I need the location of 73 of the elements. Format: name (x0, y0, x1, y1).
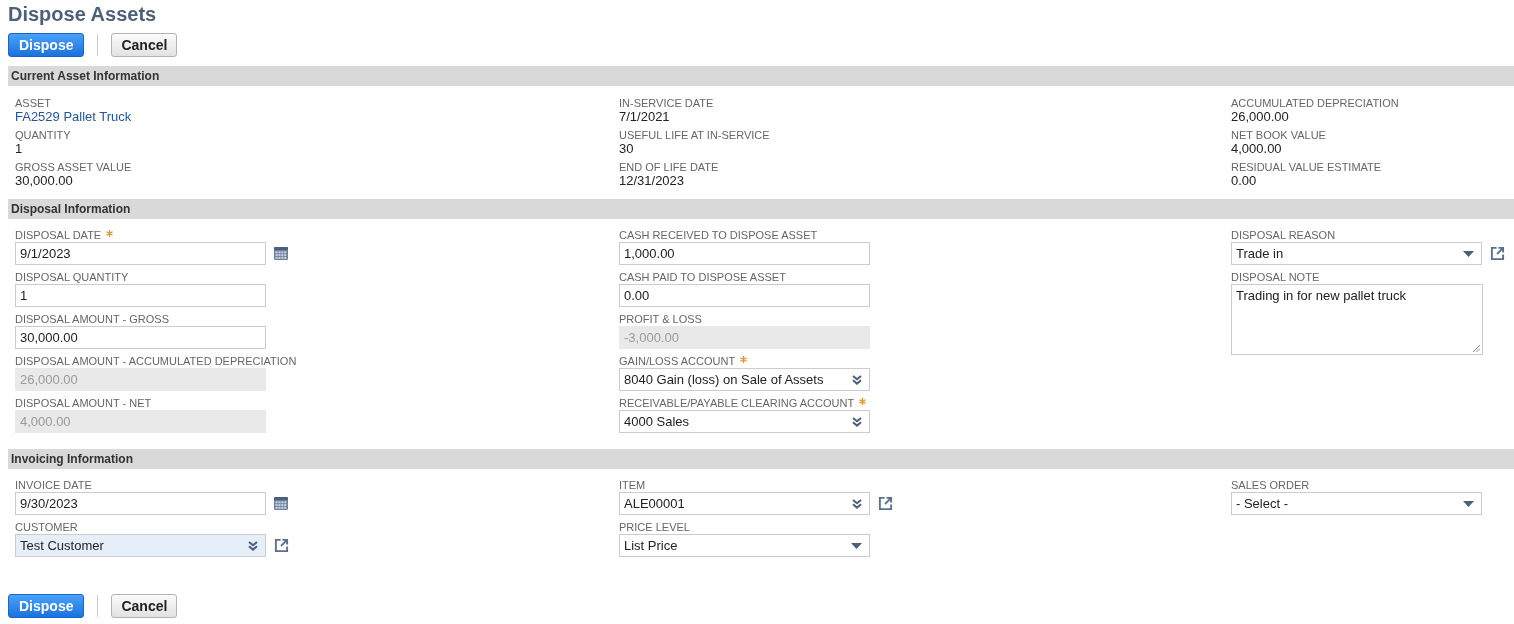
open-link-icon[interactable] (1490, 246, 1505, 261)
info-value: 1 (15, 141, 23, 156)
field-label: ITEM (619, 479, 646, 492)
info-value: 26,000.00 (1231, 109, 1289, 124)
double-chevron-icon[interactable] (248, 540, 258, 551)
info-label: GROSS ASSET VALUE (15, 161, 132, 173)
input-field[interactable]: 0.00 (619, 284, 870, 307)
info-value: 30 (619, 141, 634, 156)
field-label: DISPOSAL AMOUNT - ACCUMULATED DEPRECIATION (15, 355, 297, 368)
field-label: DISPOSAL AMOUNT - NET (15, 397, 152, 410)
field-label: CUSTOMER (15, 521, 78, 534)
field-label: INVOICE DATE (15, 479, 92, 492)
section-header: Current Asset Information (8, 66, 1514, 86)
readonly-field: -3,000.00 (619, 326, 870, 349)
field-label: DISPOSAL DATE (15, 229, 102, 242)
lookup-field[interactable]: 8040 Gain (loss) on Sale of Assets (619, 368, 870, 391)
info-label: ASSET (15, 97, 52, 109)
open-link-icon[interactable] (878, 496, 893, 511)
field-label: CASH RECEIVED TO DISPOSE ASSET (619, 229, 818, 242)
caret-icon[interactable] (1463, 500, 1474, 507)
date-field[interactable]: 9/1/2023 (15, 242, 266, 265)
double-chevron-icon[interactable] (852, 374, 862, 385)
input-field[interactable]: 30,000.00 (15, 326, 266, 349)
input-field[interactable]: 1,000.00 (619, 242, 870, 265)
dropdown-field[interactable]: - Select - (1231, 492, 1482, 515)
readonly-field: 4,000.00 (15, 410, 266, 433)
info-label: RESIDUAL VALUE ESTIMATE (1231, 161, 1382, 173)
dispose-button[interactable]: Dispose (8, 594, 85, 618)
field-label: RECEIVABLE/PAYABLE CLEARING ACCOUNT (619, 397, 855, 410)
field-label: PROFIT & LOSS (619, 313, 702, 326)
info-value: 4,000.00 (1231, 141, 1282, 156)
section-header: Disposal Information (8, 199, 1514, 219)
caret-icon[interactable] (1463, 250, 1474, 257)
info-label: QUANTITY (15, 129, 71, 141)
open-link-icon[interactable] (274, 538, 289, 553)
textarea-field[interactable]: Trading in for new pallet truck (1231, 284, 1483, 355)
dropdown-field[interactable]: List Price (619, 534, 870, 557)
page-title: Dispose Assets (8, 2, 157, 26)
dispose-button[interactable]: Dispose (8, 33, 85, 57)
cancel-button[interactable]: Cancel (111, 33, 178, 57)
double-chevron-icon[interactable] (852, 498, 862, 509)
lookup-field[interactable]: Test Customer (15, 534, 266, 557)
caret-icon[interactable] (851, 542, 862, 549)
info-value: 30,000.00 (15, 173, 73, 188)
info-label: END OF LIFE DATE (619, 161, 719, 173)
calendar-icon[interactable] (274, 247, 288, 260)
input-field[interactable]: 1 (15, 284, 266, 307)
section-header: Invoicing Information (8, 449, 1514, 469)
info-value: 12/31/2023 (619, 173, 685, 188)
calendar-icon[interactable] (274, 497, 288, 510)
field-label: SALES ORDER (1231, 479, 1310, 492)
field-label: DISPOSAL REASON (1231, 229, 1336, 242)
info-label: NET BOOK VALUE (1231, 129, 1326, 141)
dropdown-field[interactable]: Trade in (1231, 242, 1482, 265)
field-label: PRICE LEVEL (619, 521, 690, 534)
info-label: ACCUMULATED DEPRECIATION (1231, 97, 1399, 109)
field-label: CASH PAID TO DISPOSE ASSET (619, 271, 786, 284)
cancel-button[interactable]: Cancel (111, 594, 178, 618)
readonly-field: 26,000.00 (15, 368, 266, 391)
double-chevron-icon[interactable] (852, 416, 862, 427)
field-label: GAIN/LOSS ACCOUNT (619, 355, 736, 368)
lookup-field[interactable]: ALE00001 (619, 492, 870, 515)
info-value: 0.00 (1231, 173, 1257, 188)
info-label: USEFUL LIFE AT IN-SERVICE (619, 129, 770, 141)
info-label: IN-SERVICE DATE (619, 97, 714, 109)
field-label: DISPOSAL QUANTITY (15, 271, 129, 284)
lookup-field[interactable]: 4000 Sales (619, 410, 870, 433)
field-label: DISPOSAL AMOUNT - GROSS (15, 313, 170, 326)
resize-grip-icon[interactable] (1473, 345, 1480, 352)
info-value: 7/1/2021 (619, 109, 670, 124)
field-label: DISPOSAL NOTE (1231, 271, 1320, 284)
date-field[interactable]: 9/30/2023 (15, 492, 266, 515)
asset-link[interactable]: FA2529 Pallet Truck (15, 109, 132, 124)
